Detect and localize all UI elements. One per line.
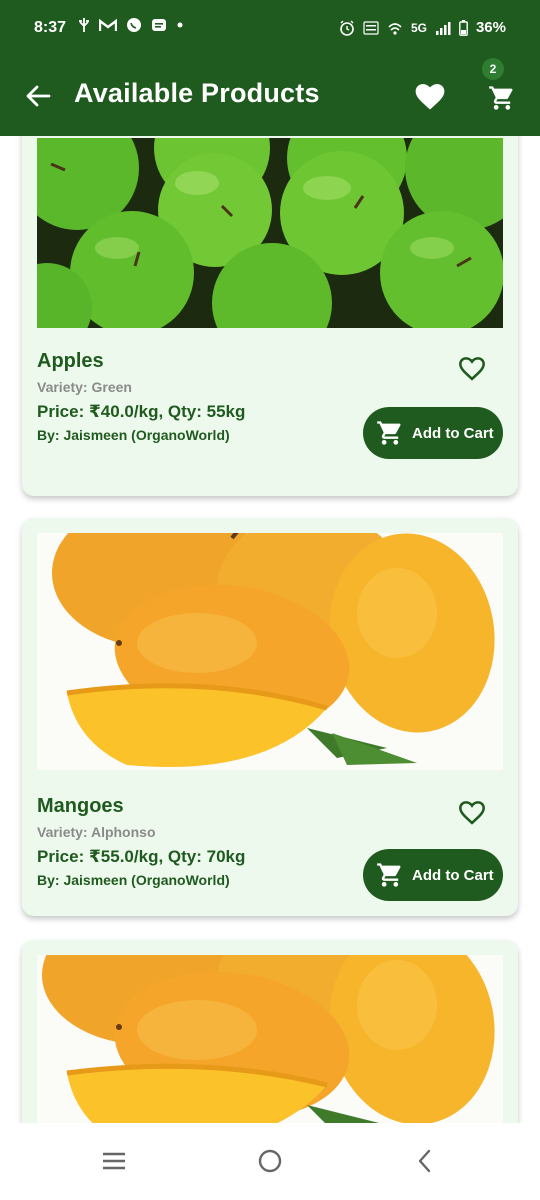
notification-icons bbox=[78, 17, 184, 33]
product-card bbox=[22, 940, 518, 1123]
cart-icon bbox=[377, 863, 401, 887]
product-price: Price: ₹40.0/kg, Qty: 55kg bbox=[37, 402, 246, 421]
product-variety: Variety: Green bbox=[37, 379, 132, 395]
app-header: 8:37 5G 36% Available Products 2 bbox=[0, 0, 540, 136]
product-name: Mangoes bbox=[37, 795, 124, 817]
whatsapp-icon bbox=[126, 17, 142, 33]
cart-button[interactable] bbox=[486, 82, 518, 114]
product-seller: By: Jaismeen (OrganoWorld) bbox=[37, 872, 230, 888]
message-icon bbox=[151, 17, 167, 33]
signal-icon bbox=[435, 21, 451, 35]
product-seller: By: Jaismeen (OrganoWorld) bbox=[37, 427, 230, 443]
back-icon bbox=[418, 1149, 431, 1173]
heart-outline-icon bbox=[459, 801, 485, 825]
home-icon bbox=[258, 1149, 282, 1173]
status-time: 8:37 bbox=[34, 19, 67, 36]
product-image bbox=[37, 533, 503, 770]
heart-outline-icon bbox=[459, 357, 485, 381]
add-to-cart-button[interactable]: Add to Cart bbox=[363, 849, 503, 901]
nav-back-button[interactable] bbox=[408, 1147, 442, 1175]
alarm-icon bbox=[339, 20, 355, 36]
volte-icon bbox=[363, 20, 379, 36]
home-button[interactable] bbox=[253, 1147, 287, 1175]
add-to-cart-label: Add to Cart bbox=[412, 866, 494, 884]
wifi-icon bbox=[387, 20, 403, 36]
product-card: Apples Variety: Green Price: ₹40.0/kg, Q… bbox=[22, 136, 518, 496]
arrow-left-icon bbox=[26, 85, 51, 107]
dot-icon bbox=[176, 21, 184, 29]
product-image bbox=[37, 955, 503, 1123]
product-variety: Variety: Alphonso bbox=[37, 824, 156, 840]
product-card: Mangoes Variety: Alphonso Price: ₹55.0/k… bbox=[22, 518, 518, 916]
product-name: Apples bbox=[37, 350, 104, 372]
gmail-icon bbox=[99, 18, 117, 32]
heart-filled-icon bbox=[415, 84, 445, 110]
favorites-button[interactable] bbox=[413, 80, 447, 114]
cart-icon bbox=[377, 421, 401, 445]
product-image bbox=[37, 138, 503, 328]
status-bar: 8:37 5G 36% bbox=[0, 0, 540, 58]
product-price: Price: ₹55.0/kg, Qty: 70kg bbox=[37, 847, 246, 866]
app-bar: Available Products 2 bbox=[0, 58, 540, 136]
add-to-cart-button[interactable]: Add to Cart bbox=[363, 407, 503, 459]
product-list[interactable]: Apples Variety: Green Price: ₹40.0/kg, Q… bbox=[0, 136, 540, 1123]
cart-count-badge: 2 bbox=[482, 58, 504, 80]
battery-icon bbox=[459, 19, 468, 36]
favorite-toggle[interactable] bbox=[458, 355, 486, 383]
system-nav-bar bbox=[0, 1123, 540, 1200]
recents-icon bbox=[103, 1152, 125, 1170]
recents-button[interactable] bbox=[97, 1147, 131, 1175]
network-type: 5G bbox=[410, 20, 427, 35]
add-to-cart-label: Add to Cart bbox=[412, 424, 494, 442]
page-title: Available Products bbox=[74, 78, 320, 108]
back-button[interactable] bbox=[22, 80, 54, 112]
usb-icon bbox=[78, 17, 90, 33]
favorite-toggle[interactable] bbox=[458, 799, 486, 827]
system-status: 5G 36% bbox=[339, 19, 506, 36]
cart-icon bbox=[489, 86, 513, 110]
battery-level: 36% bbox=[475, 19, 506, 36]
